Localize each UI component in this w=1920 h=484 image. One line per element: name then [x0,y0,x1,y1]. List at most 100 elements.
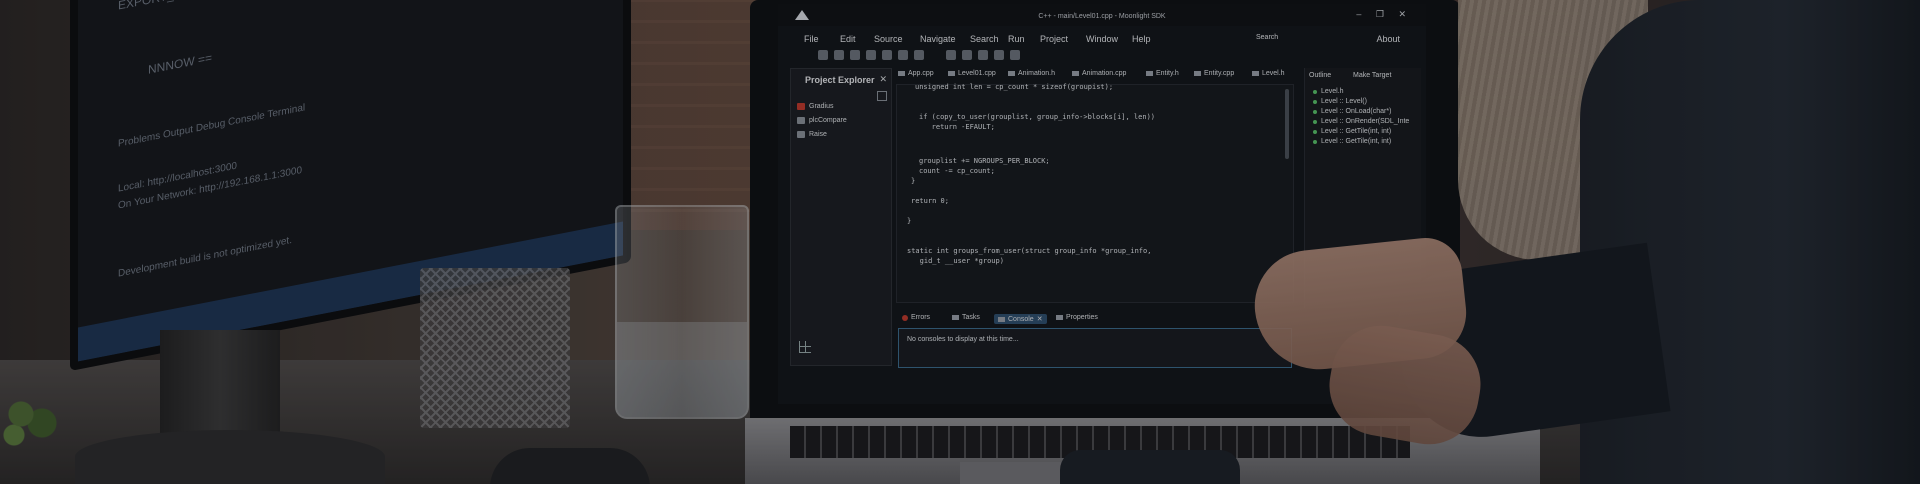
tab-label: Level.h [1262,70,1285,77]
save-icon[interactable] [834,50,844,60]
tab-label: Animation.cpp [1082,70,1127,77]
tab-entity-cpp[interactable]: Entity.cpp [1194,70,1234,77]
monitor-base [75,430,385,484]
title-bar: C++ - main/Level01.cpp - Moonlight SDK –… [778,4,1426,26]
menu-search[interactable]: Search [970,34,999,44]
folder-icon [797,117,805,124]
menu-help[interactable]: Help [1132,34,1151,44]
device-icon[interactable] [978,50,988,60]
tab-label: Console [1008,315,1034,323]
tab-entity-h[interactable]: Entity.h [1146,70,1179,77]
pen-cup [420,268,570,428]
outline-item[interactable]: Level :: Level() [1313,98,1367,105]
code-line: gid_t __user *group) [907,257,1004,265]
folder-icon [1146,71,1153,76]
project-explorer-title: Project Explorer [805,75,875,85]
menu-navigate[interactable]: Navigate [920,34,956,44]
tab-errors[interactable]: Errors [902,314,930,321]
menu-window[interactable]: Window [1086,34,1118,44]
dark-sleeve-bottom [1060,450,1240,484]
menu-project[interactable]: Project [1040,34,1068,44]
user-icon[interactable] [946,50,956,60]
folder-icon [797,131,805,138]
left-monitor-line: Development build is not optimized yet. [118,234,292,280]
code-line: count -= cp_count; [919,167,995,175]
menu-source[interactable]: Source [874,34,903,44]
code-line: } [907,217,912,225]
folder-icon [898,71,905,76]
editor-scrollbar[interactable] [1285,89,1289,159]
member-dot-icon [1313,119,1317,124]
window-title: C++ - main/Level01.cpp - Moonlight SDK [1038,13,1166,20]
hierarchy-icon[interactable] [914,50,924,60]
close-icon[interactable]: ✕ [1037,315,1043,323]
new-file-icon[interactable] [818,50,828,60]
print-icon[interactable] [866,50,876,60]
outline-label: Level :: OnRender(SDL_Inte [1321,118,1410,125]
tree-item-label: Raise [809,131,827,138]
menu-file[interactable]: File [804,34,819,44]
console-message: No consoles to display at this time... [907,336,1019,343]
code-line: static int groups_from_user(struct group… [907,247,1152,255]
left-monitor-panel-tabs: Problems Output Debug Console Terminal [118,102,306,150]
tree-item-label: plcCompare [809,117,847,124]
folder-icon[interactable] [850,50,860,60]
window-controls[interactable]: – ❐ ✕ [1356,9,1412,20]
member-dot-icon [1313,89,1317,94]
copy-icon[interactable] [882,50,892,60]
tree-item-plccompare[interactable]: plcCompare [797,117,847,124]
view-menu-icon[interactable] [877,91,887,101]
tab-level01-cpp[interactable]: Level01.cpp [948,70,996,77]
tab-console[interactable]: Console ✕ [994,314,1047,324]
console-icon [998,316,1005,322]
folder-icon [1008,71,1015,76]
tab-animation-h[interactable]: Animation.h [1008,70,1055,77]
member-dot-icon [1313,109,1317,114]
outline-item[interactable]: Level :: GetTile(int, int) [1313,138,1391,145]
monitor-icon[interactable] [994,50,1004,60]
plant [0,390,70,450]
project-red-icon [797,103,805,110]
tab-make-target[interactable]: Make Target [1353,72,1391,79]
member-dot-icon [1313,99,1317,104]
outline-item[interactable]: Level :: OnRender(SDL_Inte [1313,118,1409,125]
code-line: grouplist += NGROUPS_PER_BLOCK; [919,157,1050,165]
tab-level-h[interactable]: Level.h [1252,70,1285,77]
tree-item-gradius[interactable]: Gradius [797,103,834,110]
folder-icon [948,71,955,76]
outline-item[interactable]: Level :: GetTile(int, int) [1313,128,1391,135]
member-dot-icon [1313,139,1317,144]
outline-label: Level :: GetTile(int, int) [1321,128,1392,135]
tab-label: Entity.cpp [1204,70,1235,77]
tab-animation-cpp[interactable]: Animation.cpp [1072,70,1126,77]
tab-outline[interactable]: Outline [1309,72,1331,79]
code-editor[interactable]: unsigned int len = cp_count * sizeof(gro… [896,83,1294,303]
tree-item-raise[interactable]: Raise [797,131,827,138]
tab-app-cpp[interactable]: App.cpp [898,70,934,77]
left-monitor-line: EXPORT_SYMBOL(groups_free); [118,0,299,13]
tab-tasks[interactable]: Tasks [952,314,980,321]
tab-label: Entity.h [1156,70,1179,77]
project-explorer-panel: Project Explorer ✕ Gradius plcCompare Ra… [790,68,892,366]
close-icon[interactable]: ✕ [879,74,887,85]
document-icon[interactable] [962,50,972,60]
code-line: unsigned int len = cp_count * sizeof(gro… [915,83,1114,91]
open-folder-icon[interactable] [898,50,908,60]
console-view[interactable]: No consoles to display at this time... [898,328,1292,368]
properties-icon [1056,315,1063,320]
tab-properties[interactable]: Properties [1056,314,1098,321]
settings-icon[interactable] [1010,50,1020,60]
outline-item[interactable]: Level :: OnLoad(char*) [1313,108,1391,115]
left-monitor-line: NNNOW == [148,50,213,77]
about-link[interactable]: About [1376,34,1400,44]
search-field[interactable]: Search [1256,34,1278,41]
menu-edit[interactable]: Edit [840,34,856,44]
layout-grid-icon[interactable] [799,341,811,353]
outline-label: Level :: OnLoad(char*) [1321,108,1392,115]
menu-run[interactable]: Run [1008,34,1025,44]
menu-bar: File Edit Source Navigate Search Run Pro… [778,28,1426,46]
water-glass [615,205,749,419]
toolbar [818,50,1020,64]
outline-item[interactable]: Level.h [1313,88,1344,95]
outline-label: Level.h [1321,88,1344,95]
